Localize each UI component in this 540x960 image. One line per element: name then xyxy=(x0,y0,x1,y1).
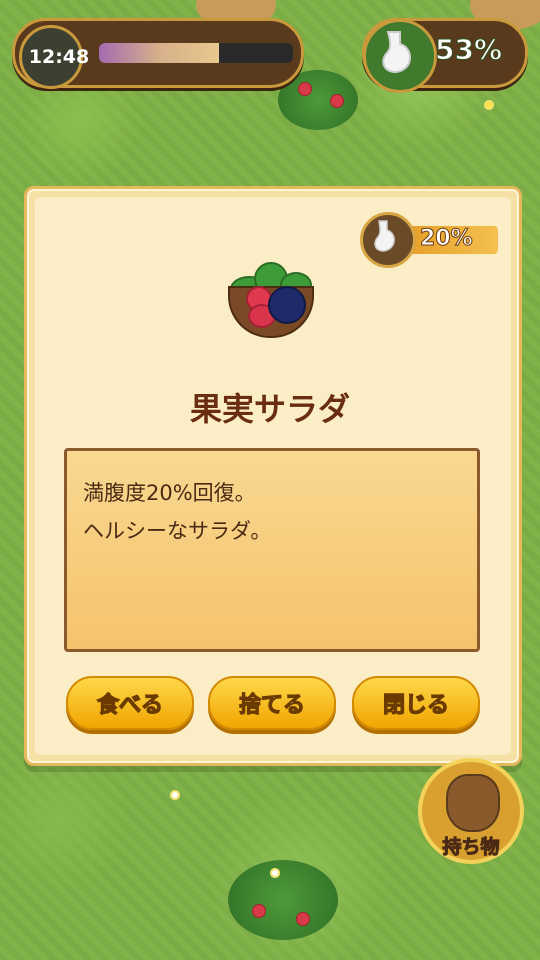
berry xyxy=(296,912,310,926)
berry xyxy=(298,82,312,96)
discard-button[interactable]: 捨てる xyxy=(208,676,336,730)
stomach-percent: 53% xyxy=(434,33,503,67)
day-progress-fill xyxy=(99,43,220,63)
time-hud: 12:48 xyxy=(12,18,304,89)
description-line: ヘルシーなサラダ。 xyxy=(83,519,272,543)
stomach-hud: 53% xyxy=(362,18,528,93)
berry xyxy=(252,904,266,918)
eat-button[interactable]: 食べる xyxy=(66,676,194,730)
item-name: 果実サラダ xyxy=(189,390,350,428)
fruit-salad-icon xyxy=(224,258,314,338)
flower xyxy=(170,790,180,800)
flower xyxy=(484,100,494,110)
time-text: 12:48 xyxy=(28,46,90,68)
inventory-label: 持ち物 xyxy=(442,836,500,859)
berry xyxy=(330,94,344,108)
close-button[interactable]: 閉じる xyxy=(352,676,480,730)
flower xyxy=(270,868,280,878)
item-description-box: 満腹度20%回復。 ヘルシーなサラダ。 xyxy=(64,448,480,652)
stomach-icon xyxy=(360,212,416,268)
bush-bottom xyxy=(228,860,338,940)
stomach-icon xyxy=(363,19,437,93)
bag-icon xyxy=(446,774,500,832)
day-progress-bar xyxy=(99,43,293,63)
fullness-gain-badge: 20% xyxy=(360,212,500,268)
clock-icon: 12:48 xyxy=(19,25,89,89)
description-line: 満腹度20%回復。 xyxy=(83,481,256,505)
fullness-gain-text: 20% xyxy=(420,226,474,252)
inventory-button[interactable]: 持ち物 xyxy=(418,758,524,864)
